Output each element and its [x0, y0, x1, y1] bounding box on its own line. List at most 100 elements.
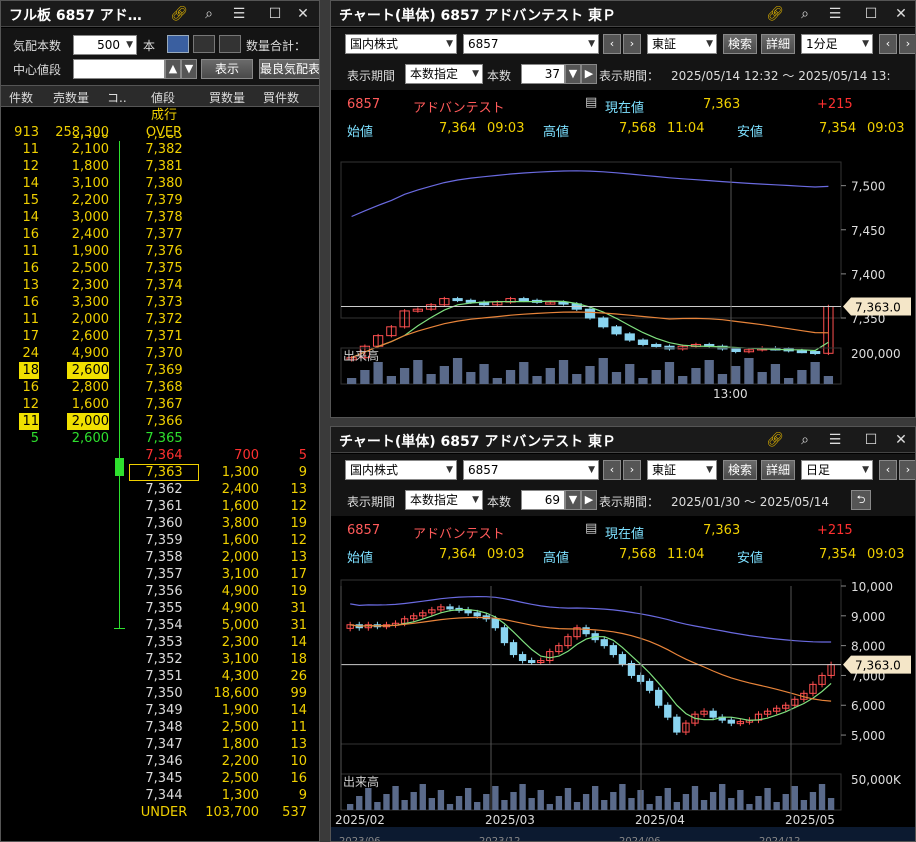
link-icon[interactable]: 🔗︎	[765, 430, 785, 450]
ask-price[interactable]: 7,375	[129, 260, 199, 277]
ask-price[interactable]: 7,367	[129, 396, 199, 413]
detail-button[interactable]: 詳細	[761, 34, 795, 54]
doc-icon[interactable]: ▤	[585, 521, 597, 536]
count-input[interactable]: 37	[521, 64, 565, 84]
bid-price[interactable]: 7,350	[129, 685, 199, 702]
layout-icon-2[interactable]	[193, 35, 215, 53]
period-mode-select[interactable]: 本数指定	[405, 64, 483, 84]
menu-icon[interactable]: ☰	[229, 4, 249, 24]
ask-price[interactable]: 7,379	[129, 192, 199, 209]
search-icon[interactable]: ⌕	[199, 4, 219, 24]
maximize-icon[interactable]: ☐	[265, 4, 285, 24]
bid-row[interactable]: 7,353 2,300 14	[1, 634, 319, 651]
interval-select[interactable]: 日足	[801, 460, 873, 480]
count-down-button[interactable]: ▼	[565, 64, 581, 84]
layout-icon-1[interactable]	[167, 35, 189, 53]
period-mode-select[interactable]: 本数指定	[405, 490, 483, 510]
ask-price[interactable]: 7,365	[129, 430, 199, 447]
ask-row[interactable]: 16 2,500 7,375	[1, 260, 319, 277]
layout-icon-3[interactable]	[219, 35, 241, 53]
bid-row[interactable]: 7,347 1,800 13	[1, 736, 319, 753]
ask-price[interactable]: 7,369	[129, 362, 199, 379]
display-button[interactable]: 表示	[201, 59, 253, 79]
code-select[interactable]: 6857	[463, 460, 599, 480]
prev-button[interactable]: ‹	[603, 460, 621, 480]
bid-row[interactable]: 7,345 2,500 16	[1, 770, 319, 787]
exchange-select[interactable]: 東証	[647, 34, 717, 54]
search-button[interactable]: 検索	[723, 34, 757, 54]
bid-row[interactable]: 7,346 2,200 10	[1, 753, 319, 770]
bid-row[interactable]: 7,350 18,600 99	[1, 685, 319, 702]
ask-row[interactable]: 5 2,600 7,365	[1, 430, 319, 447]
menu-icon[interactable]: ☰	[825, 430, 845, 450]
bid-price[interactable]: 7,358	[129, 549, 199, 566]
bid-price[interactable]: 7,351	[129, 668, 199, 685]
ask-row[interactable]: 11 2,000 7,372	[1, 311, 319, 328]
doc-icon[interactable]: ▤	[585, 95, 597, 110]
ask-price[interactable]: 7,377	[129, 226, 199, 243]
ask-row[interactable]: 16 2,400 7,377	[1, 226, 319, 243]
count-input[interactable]: 69	[521, 490, 565, 510]
bid-price[interactable]: 7,346	[129, 753, 199, 770]
ask-row[interactable]: 11 1,900 7,376	[1, 243, 319, 260]
ask-price[interactable]: 7,382	[129, 141, 199, 158]
search-button[interactable]: 検索	[723, 460, 757, 480]
bid-price[interactable]: 7,361	[129, 498, 199, 515]
bid-row[interactable]: 7,358 2,000 13	[1, 549, 319, 566]
ask-row[interactable]: 17 2,600 7,371	[1, 328, 319, 345]
ask-row[interactable]: 12 1,600 7,367	[1, 396, 319, 413]
maximize-icon[interactable]: ☐	[861, 430, 881, 450]
latest-quote-button[interactable]: 最良気配表	[259, 59, 319, 79]
count-down-button[interactable]: ▼	[565, 490, 581, 510]
ask-row[interactable]: 15 2,200 7,379	[1, 192, 319, 209]
count-up-button[interactable]: ▶	[581, 490, 597, 510]
maximize-icon[interactable]: ☐	[861, 4, 881, 24]
bid-row[interactable]: 7,351 4,300 26	[1, 668, 319, 685]
scroll-left-button[interactable]: ‹	[879, 34, 897, 54]
bid-row[interactable]: 7,356 4,900 19	[1, 583, 319, 600]
market-select[interactable]: 国内株式	[345, 460, 457, 480]
bid-price[interactable]: 7,360	[129, 515, 199, 532]
bid-row[interactable]: 7,344 1,300 9	[1, 787, 319, 804]
center-up-button[interactable]: ▲	[165, 59, 181, 79]
ask-price[interactable]: 7,366	[129, 413, 199, 430]
return-button[interactable]: ⮌	[851, 490, 871, 510]
bid-price[interactable]: 7,355	[129, 600, 199, 617]
close-icon[interactable]: ✕	[891, 4, 911, 24]
ask-row[interactable]: 24 4,900 7,370	[1, 345, 319, 362]
bid-price[interactable]: 7,344	[129, 787, 199, 804]
ask-price[interactable]: 7,372	[129, 311, 199, 328]
bid-price[interactable]: 7,354	[129, 617, 199, 634]
bid-price[interactable]: 7,349	[129, 702, 199, 719]
exchange-select[interactable]: 東証	[647, 460, 717, 480]
bid-row[interactable]: 7,354 5,000 31	[1, 617, 319, 634]
bid-price[interactable]: 7,353	[129, 634, 199, 651]
bid-price[interactable]: 7,357	[129, 566, 199, 583]
link-icon[interactable]: 🔗︎	[169, 4, 189, 24]
ask-price[interactable]: 7,374	[129, 277, 199, 294]
ask-price[interactable]: 7,368	[129, 379, 199, 396]
next-button[interactable]: ›	[623, 460, 641, 480]
bid-price[interactable]: 7,363	[129, 464, 199, 481]
ask-row[interactable]: 18 2,600 7,369	[1, 362, 319, 379]
bid-price[interactable]: 7,347	[129, 736, 199, 753]
prev-button[interactable]: ‹	[603, 34, 621, 54]
bid-price[interactable]: 7,345	[129, 770, 199, 787]
bid-row[interactable]: 7,357 3,100 17	[1, 566, 319, 583]
bid-row[interactable]: 7,359 1,600 12	[1, 532, 319, 549]
close-icon[interactable]: ✕	[293, 4, 313, 24]
center-down-button[interactable]: ▼	[181, 59, 197, 79]
scroll-left-button[interactable]: ‹	[879, 460, 897, 480]
bid-row[interactable]: 7,364 700 5	[1, 447, 319, 464]
code-select[interactable]: 6857	[463, 34, 599, 54]
bid-price[interactable]: 7,356	[129, 583, 199, 600]
bid-row[interactable]: 7,352 3,100 18	[1, 651, 319, 668]
ask-price[interactable]: 7,381	[129, 158, 199, 175]
bid-price[interactable]: 7,359	[129, 532, 199, 549]
ask-row[interactable]: 14 3,100 7,380	[1, 175, 319, 192]
center-price-input[interactable]	[73, 59, 165, 79]
link-icon[interactable]: 🔗︎	[765, 4, 785, 24]
next-button[interactable]: ›	[623, 34, 641, 54]
bid-price[interactable]: 7,362	[129, 481, 199, 498]
ask-row[interactable]: 11 2,000 7,366	[1, 413, 319, 430]
